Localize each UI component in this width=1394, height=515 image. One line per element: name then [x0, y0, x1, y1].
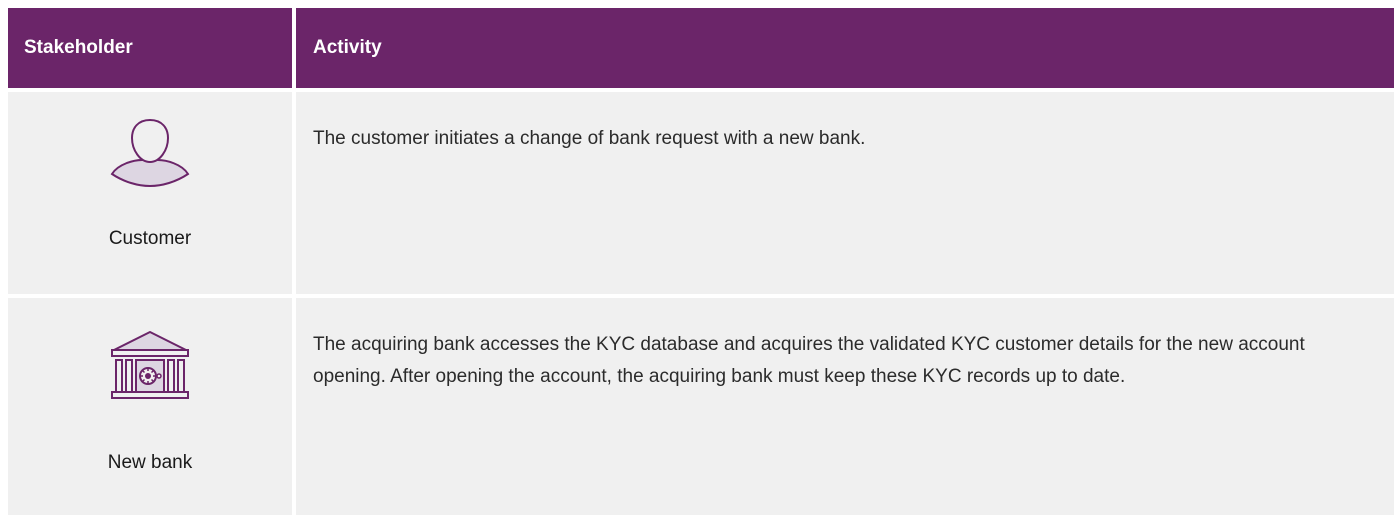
- table-header: Stakeholder Activity: [8, 8, 1394, 88]
- bank-icon: [111, 331, 189, 399]
- activity-cell: The acquiring bank accesses the KYC data…: [313, 334, 1305, 387]
- person-icon: [110, 118, 190, 188]
- table-row: Customer The customer initiates a change…: [8, 88, 1394, 294]
- stakeholder-cell: New bank: [8, 298, 296, 515]
- activity-cell: The customer initiates a change of bank …: [313, 128, 866, 149]
- stakeholder-label: New bank: [107, 452, 193, 473]
- stakeholder-activity-table: Stakeholder Activity Customer The custom…: [8, 8, 1394, 515]
- header-activity: Activity: [313, 37, 382, 58]
- table-row: New bank The acquiring bank accesses the…: [8, 294, 1394, 515]
- header-stakeholder: Stakeholder: [8, 8, 296, 88]
- stakeholder-cell: Customer: [8, 92, 296, 294]
- stakeholder-label: Customer: [108, 228, 192, 249]
